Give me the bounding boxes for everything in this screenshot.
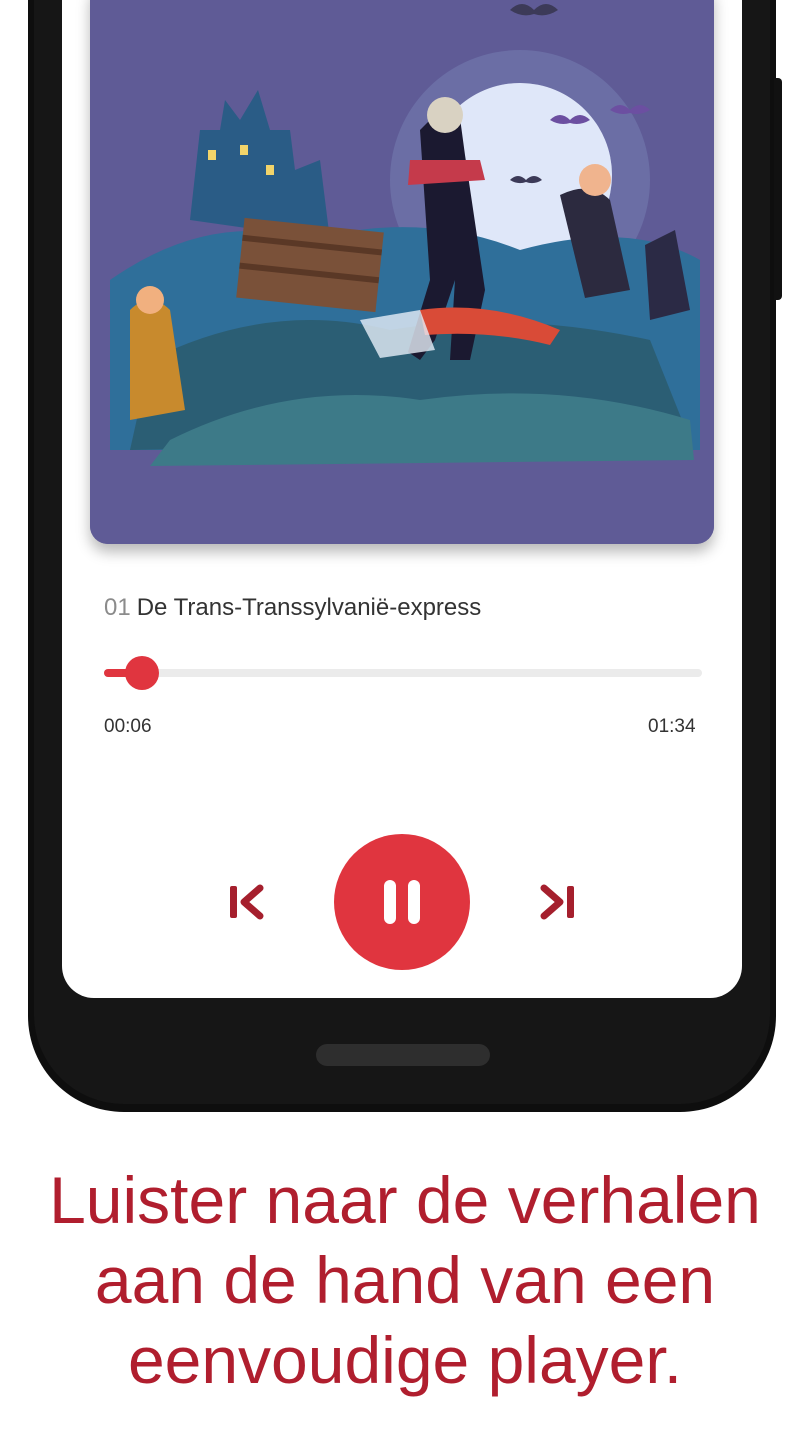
- seek-bar[interactable]: [104, 648, 702, 698]
- phone-screen: 01 De Trans-Transsylvanië-express 00:06 0…: [62, 0, 742, 998]
- elapsed-time: 00:06: [104, 716, 152, 737]
- promo-caption: Luister naar de verhalen aan de hand van…: [0, 1160, 810, 1400]
- seek-thumb[interactable]: [125, 656, 159, 690]
- caption-line-1: Luister naar de verhalen: [49, 1163, 761, 1237]
- skip-next-icon: [540, 884, 574, 920]
- previous-button[interactable]: [222, 878, 270, 926]
- cover-illustration: [90, 0, 714, 544]
- skip-previous-icon: [230, 884, 264, 920]
- phone-side-button: [774, 78, 782, 300]
- home-indicator[interactable]: [316, 1044, 490, 1066]
- play-pause-button[interactable]: [334, 834, 470, 970]
- caption-line-3: eenvoudige player.: [127, 1323, 683, 1397]
- pause-icon: [384, 880, 420, 924]
- next-button[interactable]: [534, 878, 582, 926]
- total-time: 01:34: [648, 716, 696, 737]
- album-cover: [90, 0, 714, 544]
- track-number: 01: [104, 594, 131, 621]
- seek-track: [104, 669, 702, 677]
- track-title: De Trans-Transsylvanië-express: [136, 594, 482, 621]
- caption-line-2: aan de hand van een: [94, 1243, 716, 1317]
- track-title-line: 01 De Trans-Transsylvanië-express: [104, 594, 481, 622]
